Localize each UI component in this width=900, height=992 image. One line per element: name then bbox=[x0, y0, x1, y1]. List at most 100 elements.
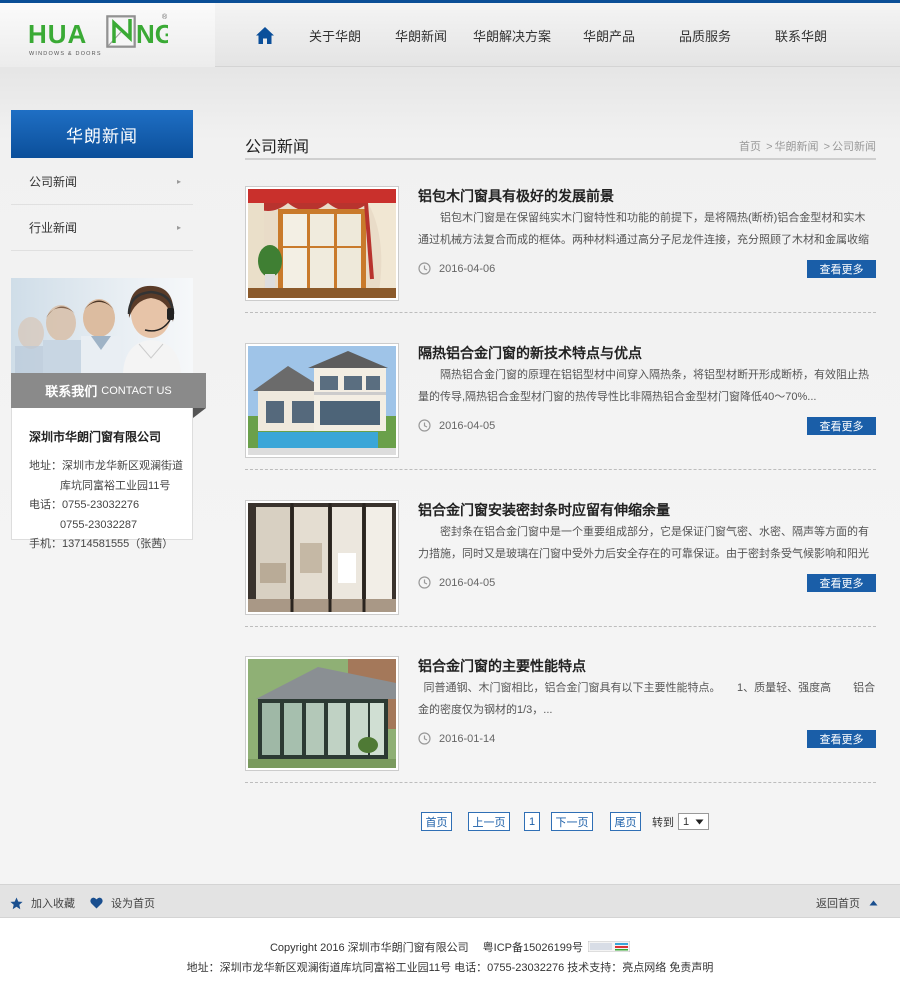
read-more-button[interactable]: 查看更多 bbox=[807, 730, 876, 748]
clock-icon bbox=[418, 732, 431, 745]
news-item: 铝合金门窗的主要性能特点 同普通钢、木门窗相比，铝合金门窗具有以下主要性能特点。… bbox=[245, 626, 876, 783]
page-select[interactable]: 1 bbox=[678, 813, 710, 830]
nav-item-about[interactable]: 关于华朗 bbox=[285, 26, 385, 45]
bookmark-label: 加入收藏 bbox=[31, 898, 75, 910]
footer-toolbar: 加入收藏 设为首页 返回首页 bbox=[0, 884, 900, 918]
contact-phone-line: 电话：0755-23032276 bbox=[29, 496, 192, 516]
contact-us-heading: 联系我们 CONTACT US bbox=[11, 373, 206, 408]
logo-registered-mark: ® bbox=[162, 13, 168, 21]
ribbon-fold bbox=[193, 408, 206, 418]
news-item: 铝包木门窗具有极好的发展前景 铝包木门窗是在保留纯实木门窗特性和功能的前提下，是… bbox=[245, 156, 876, 313]
read-more-button[interactable]: 查看更多 bbox=[807, 417, 876, 435]
sidebar-item-label: 行业新闻 bbox=[29, 221, 78, 235]
site-logo[interactable]: HUA NG ® WINDOWS & DOORS bbox=[28, 11, 175, 62]
set-homepage-link[interactable]: 设为首页 bbox=[90, 895, 155, 911]
news-thumbnail[interactable] bbox=[245, 343, 399, 458]
logo-area: HUA NG ® WINDOWS & DOORS bbox=[0, 3, 215, 67]
breadcrumb-separator: > bbox=[766, 141, 773, 153]
contact-title: 联系我们 bbox=[45, 384, 98, 399]
contact-address-line: 地址：深圳市龙华新区观澜街道 bbox=[29, 457, 192, 477]
dropdown-arrow-icon bbox=[695, 819, 704, 824]
mobile-label: 手机： bbox=[29, 538, 62, 550]
news-thumbnail[interactable] bbox=[245, 656, 399, 771]
main-nav: 关于华朗 华朗新闻 华朗解决方案 华朗产品 品质服务 联系华朗 bbox=[245, 3, 843, 67]
news-summary: 铝包木门窗是在保留纯实木门窗特性和功能的前提下，是将隔热(断桥)铝合金型材和实木… bbox=[418, 212, 869, 246]
news-summary: 同普通钢、木门窗相比，铝合金门窗具有以下主要性能特点。 1、质量轻、强度高 铝合… bbox=[418, 682, 876, 716]
copyright-line: Copyright 2016 深圳市华朗门窗有限公司 粤ICP备15026199… bbox=[0, 939, 900, 955]
page-title: 公司新闻 bbox=[245, 139, 310, 156]
nav-item-products[interactable]: 华朗产品 bbox=[567, 26, 651, 45]
phone-label: 电话： bbox=[29, 499, 62, 511]
clock-icon bbox=[418, 419, 431, 432]
page-select-value: 1 bbox=[683, 815, 690, 828]
address-label: 地址： bbox=[29, 460, 62, 472]
contact-address-line-2: 库坑同富裕工业园11号 bbox=[60, 479, 171, 492]
back-home-link[interactable]: 返回首页 bbox=[816, 895, 878, 911]
address-value: 深圳市龙华新区观澜街道 bbox=[62, 460, 183, 472]
chevron-right-icon: ▸ bbox=[176, 223, 181, 232]
phone-value: 0755-23032276 bbox=[62, 499, 140, 511]
news-thumbnail[interactable] bbox=[245, 186, 399, 301]
page-next-button[interactable]: 下一页 bbox=[551, 812, 593, 831]
set-homepage-label: 设为首页 bbox=[111, 898, 155, 910]
star-icon bbox=[10, 897, 23, 909]
clock-icon bbox=[418, 576, 431, 589]
clock-icon bbox=[418, 262, 431, 275]
contact-mobile-line: 手机：13714581555（张茜） bbox=[29, 535, 192, 555]
page-current[interactable]: 1 bbox=[524, 812, 540, 831]
nav-home-button[interactable] bbox=[245, 26, 285, 45]
sidebar-item-industry-news[interactable]: 行业新闻 ▸ bbox=[11, 205, 193, 251]
news-summary: 密封条在铝合金门窗中是一个重要组成部分，它是保证门窗气密、水密、隔声等方面的有力… bbox=[418, 526, 869, 560]
footer-address-line: 地址：深圳市龙华新区观澜街道库坑同富裕工业园11号 电话：0755-230322… bbox=[186, 962, 714, 974]
news-date-text: 2016-04-05 bbox=[439, 576, 496, 589]
contact-title-en: CONTACT US bbox=[101, 384, 172, 397]
read-more-button[interactable]: 查看更多 bbox=[807, 260, 876, 278]
logo-text-left: HUA bbox=[28, 19, 87, 49]
contact-info-box: 深圳市华朗门窗有限公司 地址：深圳市龙华新区观澜街道 库坑同富裕工业园11号 电… bbox=[11, 408, 193, 550]
news-item: 隔热铝合金门窗的新技术特点与优点 隔热铝合金门窗的原理在铝铝型材中间穿入隔热条，… bbox=[245, 313, 876, 470]
news-thumbnail[interactable] bbox=[245, 500, 399, 615]
nav-item-quality[interactable]: 品质服务 bbox=[651, 26, 759, 45]
news-date: 2016-04-05 bbox=[418, 419, 495, 432]
add-bookmark-link[interactable]: 加入收藏 bbox=[10, 895, 75, 911]
news-date: 2016-04-06 bbox=[418, 262, 495, 275]
sidebar-menu: 公司新闻 ▸ 行业新闻 ▸ bbox=[11, 159, 193, 251]
nav-item-news[interactable]: 华朗新闻 bbox=[385, 26, 457, 45]
news-title[interactable]: 隔热铝合金门窗的新技术特点与优点 bbox=[418, 343, 642, 363]
arrow-up-icon bbox=[869, 900, 878, 906]
news-date-text: 2016-04-05 bbox=[439, 419, 496, 432]
news-date: 2016-04-05 bbox=[418, 576, 495, 589]
sidebar-item-company-news[interactable]: 公司新闻 ▸ bbox=[11, 159, 193, 205]
news-date-text: 2016-04-06 bbox=[439, 262, 496, 275]
goto-label: 转到 bbox=[652, 816, 674, 829]
breadcrumb-current: 公司新闻 bbox=[832, 141, 876, 153]
news-item: 铝合金门窗安装密封条时应留有伸缩余量 密封条在铝合金门窗中是一个重要组成部分，它… bbox=[245, 470, 876, 627]
breadcrumb-home[interactable]: 首页 bbox=[739, 141, 761, 153]
breadcrumb: 首页 > 华朗新闻 > 公司新闻 bbox=[739, 138, 876, 154]
nav-item-solutions[interactable]: 华朗解决方案 bbox=[457, 26, 567, 45]
home-icon bbox=[256, 26, 274, 44]
contact-service-image bbox=[11, 278, 193, 373]
news-title[interactable]: 铝包木门窗具有极好的发展前景 bbox=[418, 186, 614, 206]
logo-text-right: NG bbox=[136, 19, 168, 49]
breadcrumb-news[interactable]: 华朗新闻 bbox=[775, 141, 819, 153]
page-first-button[interactable]: 首页 bbox=[421, 812, 452, 831]
page-last-button[interactable]: 尾页 bbox=[610, 812, 641, 831]
nav-item-contact[interactable]: 联系华朗 bbox=[759, 26, 843, 45]
back-home-label: 返回首页 bbox=[816, 898, 860, 910]
page-prev-button[interactable]: 上一页 bbox=[468, 812, 510, 831]
read-more-button[interactable]: 查看更多 bbox=[807, 574, 876, 592]
pagination: 首页 上一页 1 下一页 尾页 转到 1 bbox=[421, 812, 710, 831]
copyright-text: Copyright 2016 深圳市华朗门窗有限公司 粤ICP备15026199… bbox=[269, 942, 583, 954]
news-summary: 隔热铝合金门窗的原理在铝铝型材中间穿入隔热条，将铝型材断开形成断桥，有效阻止热量… bbox=[418, 369, 869, 403]
government-badge-icon[interactable] bbox=[587, 940, 631, 955]
news-date: 2016-01-14 bbox=[418, 732, 495, 745]
chevron-right-icon: ▸ bbox=[176, 177, 181, 186]
contact-company-name: 深圳市华朗门窗有限公司 bbox=[29, 430, 162, 444]
news-title[interactable]: 铝合金门窗的主要性能特点 bbox=[418, 656, 586, 676]
site-header: HUA NG ® WINDOWS & DOORS 关于华朗 华朗新闻 华朗解决方… bbox=[0, 3, 900, 67]
breadcrumb-separator: > bbox=[823, 141, 830, 153]
logo-tagline: WINDOWS & DOORS bbox=[29, 51, 102, 57]
mobile-value: 13714581555（张茜） bbox=[62, 538, 174, 550]
news-title[interactable]: 铝合金门窗安装密封条时应留有伸缩余量 bbox=[418, 500, 670, 520]
